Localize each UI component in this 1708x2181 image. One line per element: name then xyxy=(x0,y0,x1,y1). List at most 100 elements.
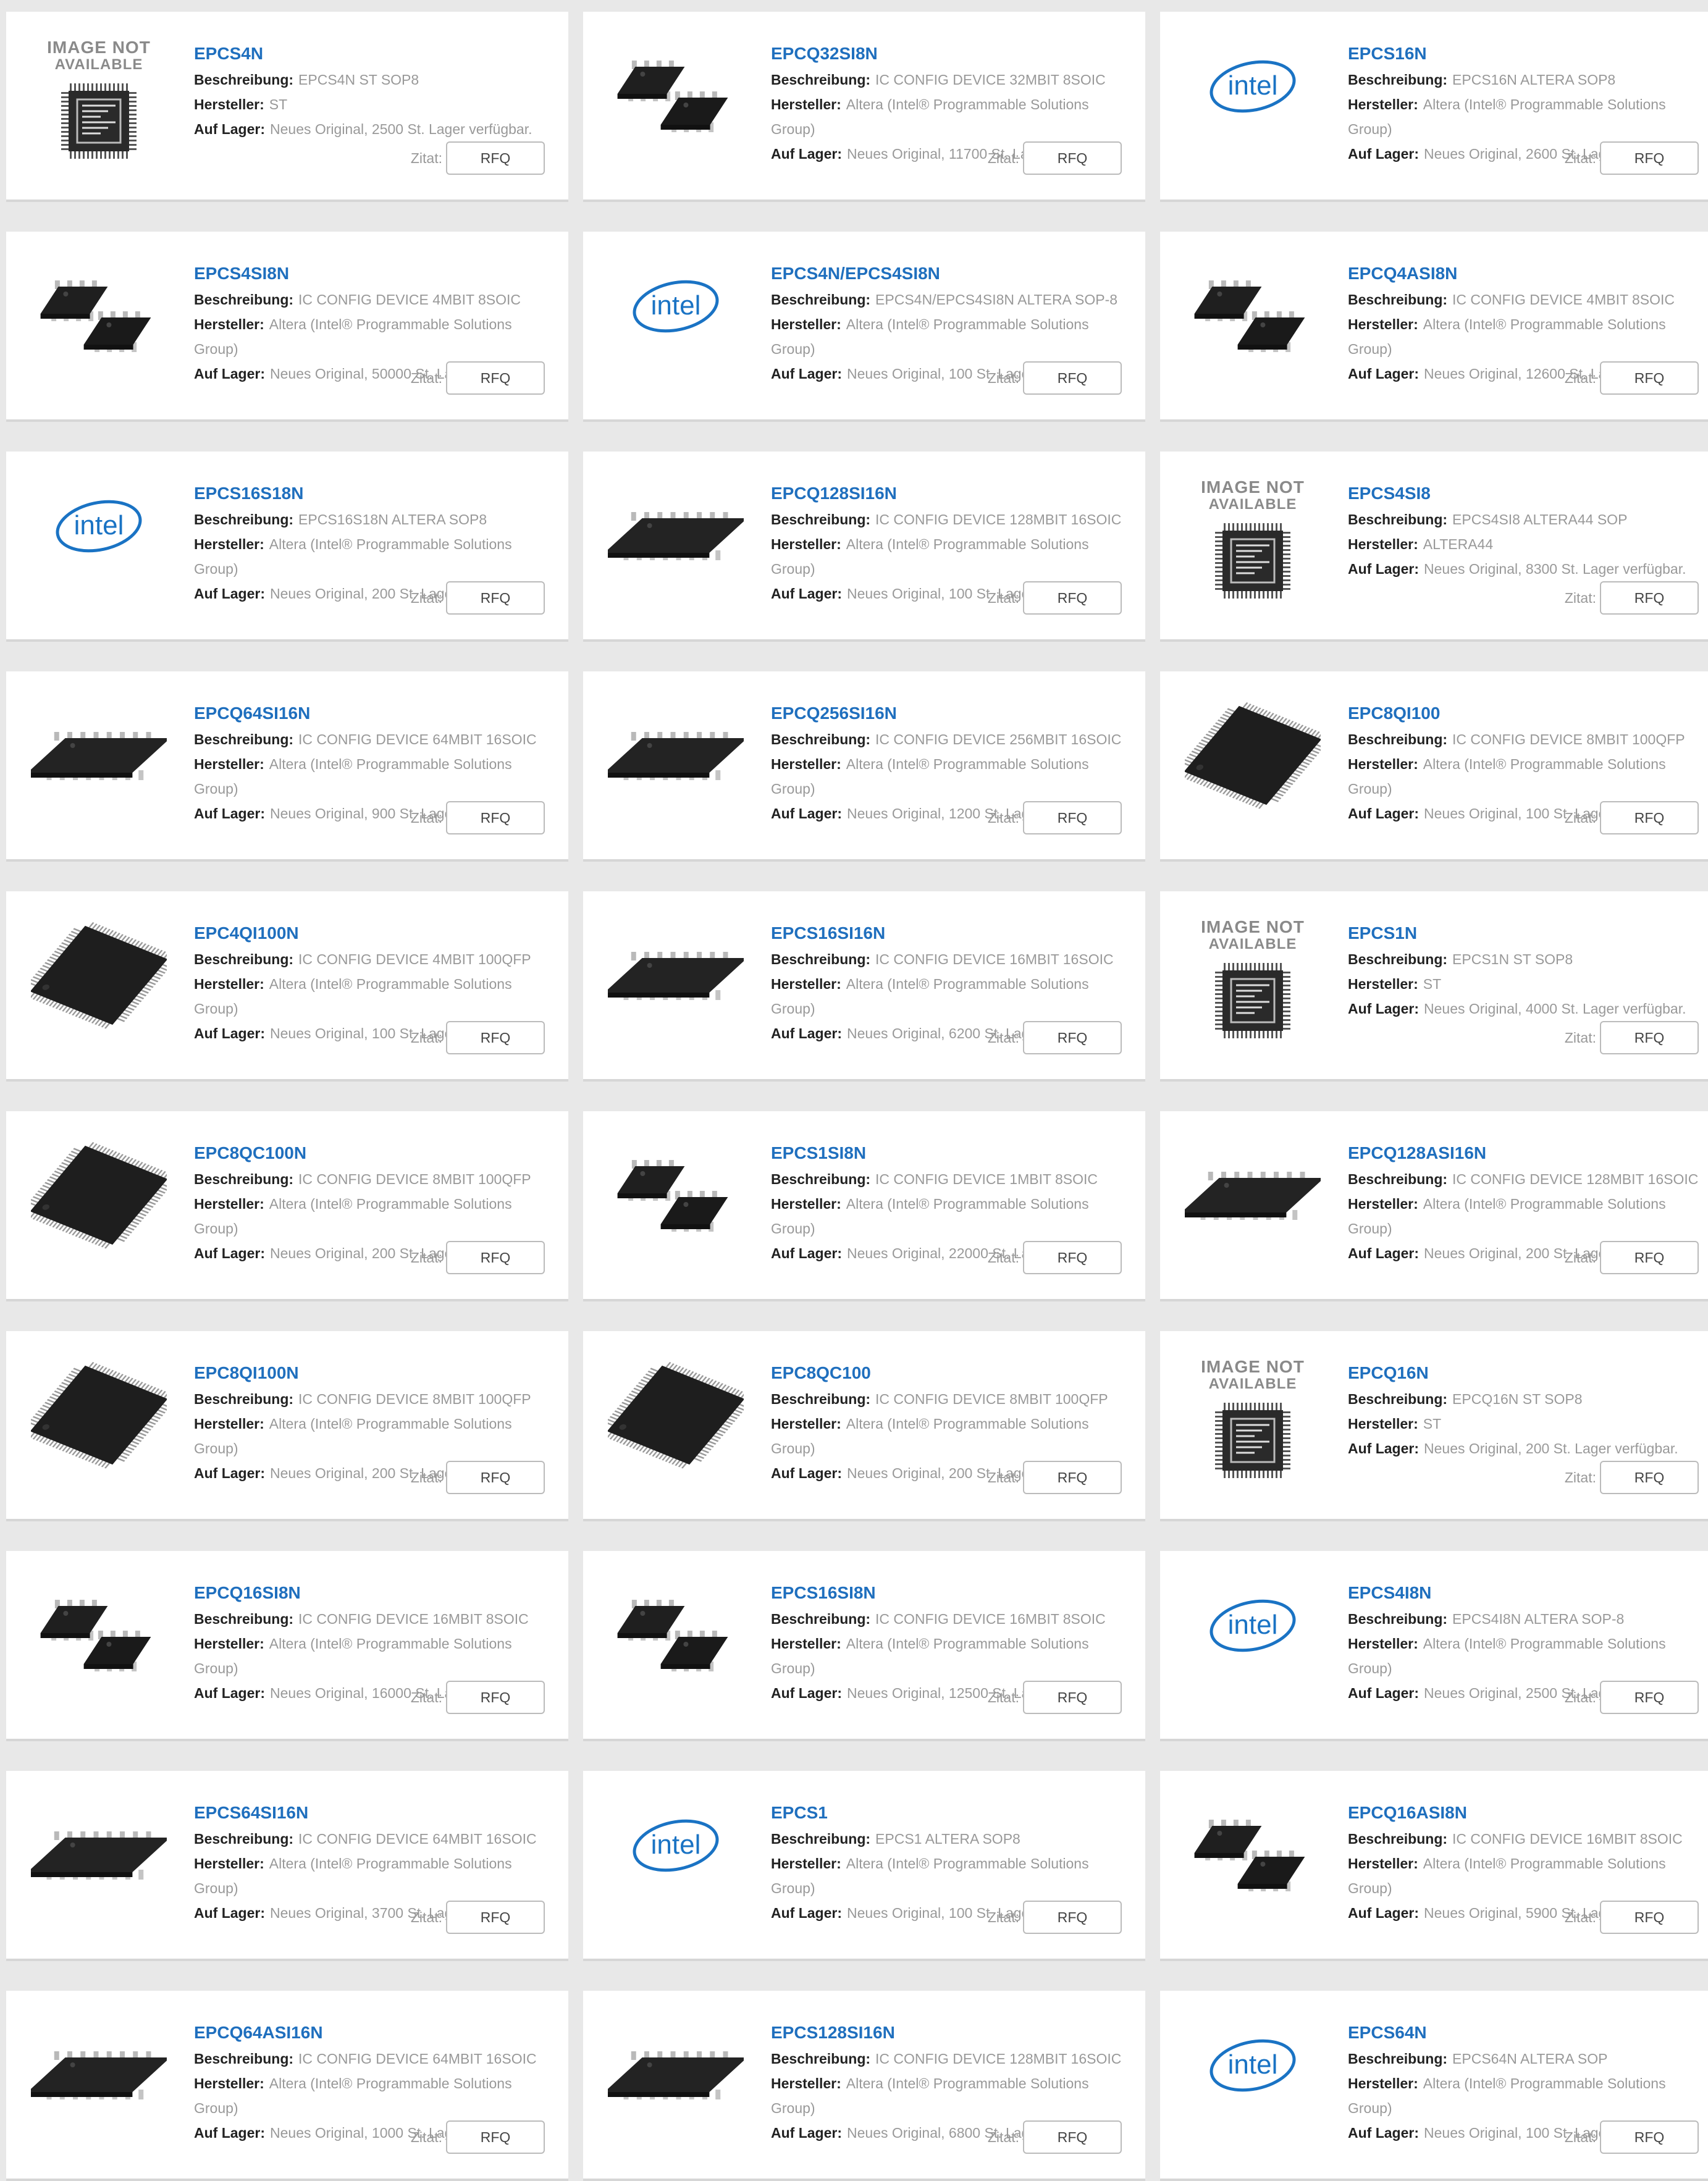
product-image[interactable] xyxy=(25,1355,173,1503)
product-name-link[interactable]: EPCQ4ASI8N xyxy=(1348,263,1708,285)
product-card: IMAGE NOT AVAILABLE EPCQ16N Beschreibung: EP… xyxy=(1160,1331,1708,1521)
product-name-link[interactable]: EPCS4SI8N xyxy=(194,263,568,285)
product-name-link[interactable]: EPCS4SI8 xyxy=(1348,482,1708,505)
product-name-link[interactable]: EPCQ32SI8N xyxy=(771,43,1145,65)
rfq-button[interactable]: RFQ xyxy=(446,801,545,834)
rfq-button[interactable]: RFQ xyxy=(446,141,545,175)
rfq-button[interactable]: RFQ xyxy=(1600,801,1699,834)
product-name-link[interactable]: EPCS4I8N xyxy=(1348,1582,1708,1604)
product-image[interactable]: IMAGE NOT AVAILABLE xyxy=(1179,1355,1327,1503)
rfq-button[interactable]: RFQ xyxy=(1023,361,1122,395)
rfq-button[interactable]: RFQ xyxy=(1600,361,1699,395)
rfq-button[interactable]: RFQ xyxy=(446,581,545,615)
product-name-link[interactable]: EPC8QC100N xyxy=(194,1142,568,1164)
product-name-link[interactable]: EPCS1SI8N xyxy=(771,1142,1145,1164)
product-name-link[interactable]: EPCS128SI16N xyxy=(771,2022,1145,2044)
product-image[interactable]: IMAGE NOT AVAILABLE xyxy=(25,35,173,183)
product-name-link[interactable]: EPCS16SI16N xyxy=(771,922,1145,944)
product-name-link[interactable]: EPCQ128ASI16N xyxy=(1348,1142,1708,1164)
rfq-button[interactable]: RFQ xyxy=(1023,2120,1122,2154)
product-image[interactable]: intel xyxy=(1179,1574,1327,1723)
product-image[interactable] xyxy=(602,915,750,1063)
product-name-link[interactable]: EPCQ128SI16N xyxy=(771,482,1145,505)
product-name-link[interactable]: EPC8QC100 xyxy=(771,1362,1145,1384)
product-name-link[interactable]: EPCS16SI8N xyxy=(771,1582,1145,1604)
rfq-button[interactable]: RFQ xyxy=(446,1241,545,1274)
product-name-link[interactable]: EPC8QI100 xyxy=(1348,702,1708,725)
product-name-link[interactable]: EPCS4N/EPCS4SI8N xyxy=(771,263,1145,285)
rfq-button[interactable]: RFQ xyxy=(1600,141,1699,175)
product-image[interactable] xyxy=(1179,255,1327,403)
product-image[interactable]: intel xyxy=(1179,35,1327,183)
product-image[interactable] xyxy=(602,35,750,183)
rfq-button[interactable]: RFQ xyxy=(1600,1021,1699,1054)
product-name-link[interactable]: EPCQ256SI16N xyxy=(771,702,1145,725)
rfq-button[interactable]: RFQ xyxy=(1023,1681,1122,1714)
product-name-link[interactable]: EPCQ64ASI16N xyxy=(194,2022,568,2044)
product-description-value: IC CONFIG DEVICE 1MBIT 8SOIC xyxy=(875,1171,1098,1187)
product-name-link[interactable]: EPCS1 xyxy=(771,1802,1145,1824)
product-name-link[interactable]: EPCQ16ASI8N xyxy=(1348,1802,1708,1824)
rfq-button[interactable]: RFQ xyxy=(1023,581,1122,615)
product-image[interactable] xyxy=(602,2014,750,2162)
rfq-button[interactable]: RFQ xyxy=(1600,1461,1699,1494)
product-name-link[interactable]: EPCS16N xyxy=(1348,43,1708,65)
product-image[interactable] xyxy=(1179,1135,1327,1283)
rfq-button[interactable]: RFQ xyxy=(446,1901,545,1934)
rfq-button[interactable]: RFQ xyxy=(446,361,545,395)
product-image[interactable] xyxy=(602,1135,750,1283)
product-name-link[interactable]: EPCQ64SI16N xyxy=(194,702,568,725)
product-image[interactable] xyxy=(25,1574,173,1723)
product-manufacturer-row: Hersteller: Altera (Intel® Programmable S… xyxy=(771,92,1117,141)
product-name-link[interactable]: EPCS1N xyxy=(1348,922,1708,944)
product-name-link[interactable]: EPCQ16N xyxy=(1348,1362,1708,1384)
product-name-link[interactable]: EPC4QI100N xyxy=(194,922,568,944)
product-info: EPCS4N Beschreibung: EPCS4N ST SOP8 Herstel… xyxy=(194,43,568,141)
rfq-button[interactable]: RFQ xyxy=(1023,801,1122,834)
rfq-button[interactable]: RFQ xyxy=(1600,1241,1699,1274)
rfq-button[interactable]: RFQ xyxy=(1023,1241,1122,1274)
product-image[interactable] xyxy=(602,695,750,843)
rfq-button[interactable]: RFQ xyxy=(446,1681,545,1714)
rfq-button[interactable]: RFQ xyxy=(446,1021,545,1054)
product-name-link[interactable]: EPC8QI100N xyxy=(194,1362,568,1384)
product-name-link[interactable]: EPCS4N xyxy=(194,43,568,65)
rfq-button[interactable]: RFQ xyxy=(1023,141,1122,175)
product-image[interactable] xyxy=(25,915,173,1063)
product-image[interactable] xyxy=(602,1574,750,1723)
product-description-label: Beschreibung: xyxy=(1348,951,1448,967)
rfq-button[interactable]: RFQ xyxy=(1023,1021,1122,1054)
product-image[interactable]: intel xyxy=(602,255,750,403)
rfq-button[interactable]: RFQ xyxy=(1023,1901,1122,1934)
product-image[interactable]: IMAGE NOT AVAILABLE xyxy=(1179,475,1327,623)
rfq-button[interactable]: RFQ xyxy=(1600,581,1699,615)
product-image[interactable]: intel xyxy=(25,475,173,623)
product-image[interactable] xyxy=(25,1135,173,1283)
product-image[interactable] xyxy=(1179,695,1327,843)
product-name-link[interactable]: EPCS64SI16N xyxy=(194,1802,568,1824)
product-image[interactable] xyxy=(25,695,173,843)
product-name-link[interactable]: EPCS64N xyxy=(1348,2022,1708,2044)
rfq-button[interactable]: RFQ xyxy=(446,1461,545,1494)
rfq-button[interactable]: RFQ xyxy=(1023,1461,1122,1494)
rfq-button[interactable]: RFQ xyxy=(1600,1681,1699,1714)
product-image[interactable] xyxy=(1179,1794,1327,1943)
product-image[interactable]: IMAGE NOT AVAILABLE xyxy=(1179,915,1327,1063)
product-name-link[interactable]: EPCQ16SI8N xyxy=(194,1582,568,1604)
product-image[interactable]: intel xyxy=(1179,2014,1327,2162)
rfq-button[interactable]: RFQ xyxy=(446,2120,545,2154)
product-stock-label: Auf Lager: xyxy=(194,1905,265,1921)
rfq-button[interactable]: RFQ xyxy=(1600,2120,1699,2154)
product-image[interactable] xyxy=(25,1794,173,1943)
rfq-button[interactable]: RFQ xyxy=(1600,1901,1699,1934)
product-card: IMAGE NOT AVAILABLE EPCS1N Beschreibung: EPC… xyxy=(1160,891,1708,1082)
product-image[interactable] xyxy=(602,475,750,623)
product-name-link[interactable]: EPCS16S18N xyxy=(194,482,568,505)
product-image[interactable] xyxy=(25,255,173,403)
product-image[interactable] xyxy=(25,2014,173,2162)
product-description-value: EPCS4N/EPCS4SI8N ALTERA SOP-8 xyxy=(875,292,1118,308)
product-description-label: Beschreibung: xyxy=(771,2051,871,2067)
product-manufacturer-row: Hersteller: Altera (Intel® Programmable S… xyxy=(1348,752,1694,801)
product-image[interactable]: intel xyxy=(602,1794,750,1943)
product-image[interactable] xyxy=(602,1355,750,1503)
